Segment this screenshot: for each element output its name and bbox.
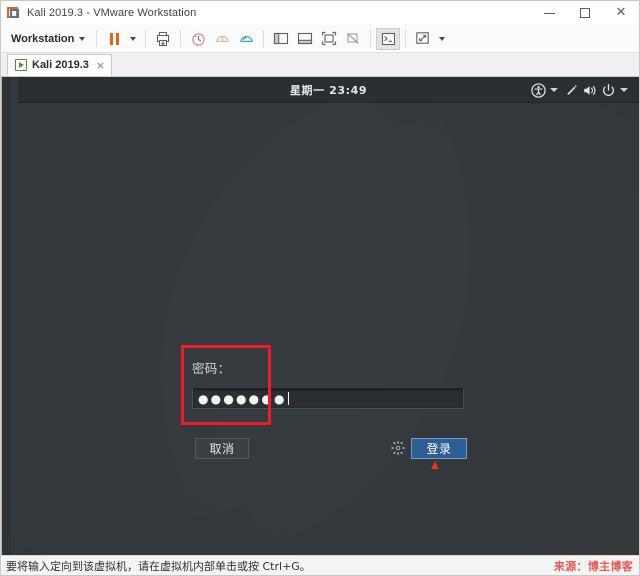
toolbar-divider bbox=[370, 30, 372, 47]
window-titlebar: Kali 2019.3 - VMware Workstation ✕ bbox=[1, 1, 639, 25]
vmware-workstation-window: Kali 2019.3 - VMware Workstation ✕ Works… bbox=[0, 0, 640, 576]
workstation-menu-button[interactable]: Workstation bbox=[5, 30, 91, 48]
minimize-button[interactable] bbox=[531, 1, 567, 25]
password-masked-value: ●●●●●●● bbox=[198, 391, 287, 406]
vm-tab-kali[interactable]: Kali 2019.3 × bbox=[7, 54, 113, 76]
screen-brightness-button[interactable] bbox=[564, 83, 579, 98]
status-message: 要将输入定向到该虚拟机，请在虚拟机内部单击或按 Ctrl+G。 bbox=[6, 559, 311, 573]
pen-icon bbox=[567, 84, 577, 95]
snapshot-take-button[interactable] bbox=[186, 28, 210, 50]
accessibility-icon bbox=[531, 82, 546, 98]
vm-tab-label: Kali 2019.3 bbox=[32, 59, 89, 71]
terminal-icon bbox=[381, 32, 395, 45]
console-view-button[interactable] bbox=[376, 27, 401, 50]
unity-mode-button[interactable] bbox=[341, 28, 365, 50]
expand-arrows-icon bbox=[416, 32, 430, 44]
guest-desktop[interactable]: 星期一 23:49 密码： ●●●●●●● 取消 登录 bbox=[10, 77, 639, 555]
workstation-menu-label: Workstation bbox=[11, 32, 75, 45]
full-screen-button[interactable] bbox=[317, 28, 341, 50]
cancel-button[interactable]: 取消 bbox=[195, 438, 249, 459]
snapshot-manager-button[interactable] bbox=[234, 28, 258, 50]
session-settings-button[interactable] bbox=[391, 441, 405, 455]
main-toolbar: Workstation bbox=[1, 25, 639, 53]
unity-mode-icon bbox=[347, 33, 360, 44]
password-label: 密码： bbox=[192, 361, 231, 376]
printer-download-icon bbox=[156, 31, 169, 46]
clock-snapshot-icon bbox=[192, 32, 205, 46]
status-bar: 要将输入定向到该虚拟机，请在虚拟机内部单击或按 Ctrl+G。 来源：博主博客 bbox=[1, 555, 639, 575]
chevron-down-icon bbox=[79, 36, 86, 41]
login-button-row: 取消 登录 bbox=[181, 438, 639, 460]
vm-power-on-icon bbox=[15, 59, 27, 71]
accessibility-button[interactable] bbox=[531, 82, 546, 98]
volume-button[interactable] bbox=[582, 83, 598, 98]
speaker-icon bbox=[584, 85, 596, 95]
watermark-text: 来源：博主博客 bbox=[553, 560, 633, 573]
fullscreen-icon bbox=[322, 31, 337, 46]
viewport-left-gutter bbox=[2, 77, 10, 555]
chevron-down-icon bbox=[439, 36, 446, 41]
login-button[interactable]: 登录 bbox=[411, 438, 467, 459]
text-cursor bbox=[287, 392, 289, 405]
system-menu-caret-icon[interactable] bbox=[620, 88, 628, 92]
stretch-dropdown-button[interactable] bbox=[435, 28, 449, 50]
maximize-button[interactable] bbox=[567, 1, 603, 25]
vmware-logo-icon bbox=[7, 6, 21, 20]
revert-snapshot-icon bbox=[216, 35, 229, 42]
pause-icon bbox=[110, 32, 119, 45]
vm-tab-strip: Kali 2019.3 × bbox=[1, 53, 639, 77]
window-title: Kali 2019.3 - VMware Workstation bbox=[27, 7, 197, 19]
gnome-status-tray bbox=[531, 77, 631, 103]
show-thumbnail-bar-button[interactable] bbox=[293, 28, 317, 50]
login-prompt: 密码： ●●●●●●● bbox=[192, 358, 464, 409]
maximize-icon bbox=[580, 8, 590, 18]
pause-vm-button[interactable] bbox=[102, 28, 126, 50]
toolbar-divider bbox=[96, 30, 98, 47]
toolbar-divider bbox=[405, 30, 407, 47]
stretch-guest-button[interactable] bbox=[411, 28, 435, 50]
close-button[interactable]: ✕ bbox=[603, 1, 639, 25]
gear-icon bbox=[391, 441, 405, 455]
toolbar-divider bbox=[145, 30, 147, 47]
password-input[interactable]: ●●●●●●● bbox=[192, 388, 464, 409]
snapshot-manager-icon bbox=[240, 35, 253, 42]
accessibility-menu-caret-icon[interactable] bbox=[550, 88, 558, 92]
close-icon: ✕ bbox=[615, 5, 627, 20]
power-icon bbox=[603, 83, 614, 96]
gnome-top-bar: 星期一 23:49 bbox=[18, 77, 639, 103]
toolbar-divider bbox=[180, 30, 182, 47]
chevron-down-icon bbox=[130, 36, 137, 41]
red-up-arrow bbox=[431, 461, 439, 511]
pause-dropdown-button[interactable] bbox=[126, 28, 140, 50]
show-library-button[interactable] bbox=[269, 28, 293, 50]
minimize-icon bbox=[543, 12, 555, 14]
vm-console-viewport[interactable]: 星期一 23:49 密码： ●●●●●●● 取消 登录 bbox=[1, 77, 639, 555]
tab-close-icon[interactable]: × bbox=[94, 59, 105, 72]
toolbar-divider bbox=[263, 30, 265, 47]
send-ctrl-alt-del-button[interactable] bbox=[151, 28, 175, 50]
bottom-panel-icon bbox=[298, 32, 313, 45]
power-menu-button[interactable] bbox=[601, 83, 616, 98]
sidebar-panel-icon bbox=[274, 32, 289, 45]
snapshot-revert-button[interactable] bbox=[210, 28, 234, 50]
window-controls: ✕ bbox=[531, 1, 639, 25]
